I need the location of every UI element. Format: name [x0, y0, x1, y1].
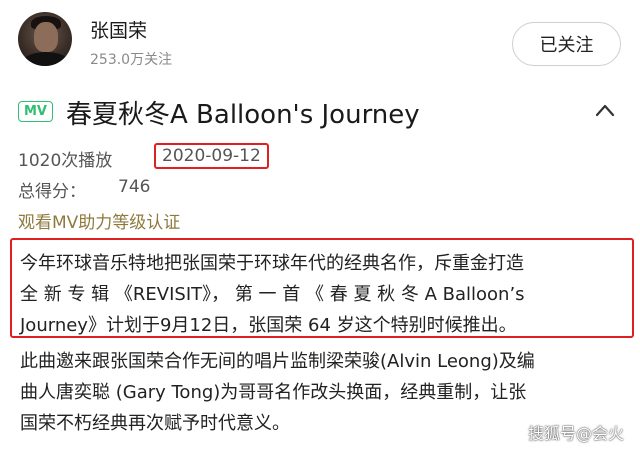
score-label: 总得分：	[18, 182, 86, 202]
video-title: 春夏秋冬A Balloon's Journey	[66, 100, 420, 130]
mv-badge: MV	[18, 101, 53, 122]
description-line: 此曲邀来跟张国荣合作无间的唱片监制梁荣骏(Alvin Leong)及编	[20, 351, 535, 372]
artist-name[interactable]: 张国荣	[90, 16, 147, 43]
chevron-up-icon[interactable]	[594, 102, 616, 118]
description-line: 今年环球音乐特地把张国荣于环球年代的经典名作，斥重金打造	[20, 253, 524, 274]
artist-header: 张国荣 253.0万关注 已关注	[0, 0, 640, 78]
play-count: 1020次播放	[18, 151, 113, 171]
mv-detail-page: 张国荣 253.0万关注 已关注 MV 春夏秋冬A Balloon's Jour…	[0, 0, 640, 450]
description-line: 曲人唐奕聪 (Gary Tong)为哥哥名作改头换面，经典重制，让张	[20, 382, 527, 403]
avatar-body	[22, 52, 70, 66]
follower-count: 253.0万关注	[90, 52, 173, 68]
follow-button[interactable]: 已关注	[512, 22, 621, 66]
publish-date: 2020-09-12	[154, 143, 269, 169]
avatar-face	[34, 22, 58, 52]
description-line: 全 新 专 辑 《REVISIT》， 第 一 首 《 春 夏 秋 冬 A Bal…	[20, 284, 525, 305]
watermark: 搜狐号@会火	[528, 424, 625, 443]
description-line: Journey》计划于9月12日，张国荣 64 岁这个特别时候推出。	[20, 315, 517, 336]
description-line: 国荣不朽经典再次赋予时代意义。	[20, 413, 290, 434]
avatar[interactable]	[18, 12, 72, 66]
certification-link[interactable]: 观看MV助力等级认证	[18, 208, 180, 233]
score-value: 746	[118, 177, 151, 197]
